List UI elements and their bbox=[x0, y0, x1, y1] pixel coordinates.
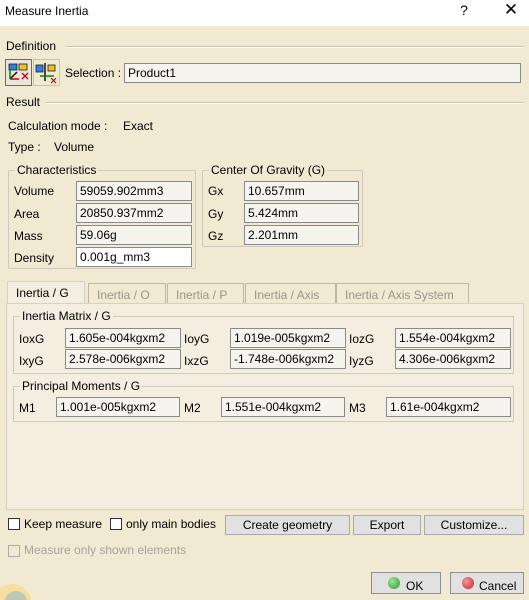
measure-selection-icon bbox=[8, 63, 29, 80]
help-button[interactable]: ? bbox=[458, 2, 470, 18]
ioxg-field[interactable]: 1.605e-004kgxm2 bbox=[65, 328, 181, 348]
density-label: Density bbox=[14, 251, 55, 265]
result-divider bbox=[46, 102, 524, 104]
iozg-label: IozG bbox=[349, 332, 375, 346]
ok-green-icon bbox=[388, 577, 400, 589]
export-button[interactable]: Export bbox=[353, 515, 421, 535]
m1-field[interactable]: 1.001e-005kgxm2 bbox=[56, 397, 180, 417]
only-main-bodies-checkbox[interactable] bbox=[110, 518, 122, 530]
measure-axis-icon bbox=[35, 63, 57, 84]
ixzg-label: IxzG bbox=[184, 354, 209, 368]
keep-measure-checkbox[interactable] bbox=[8, 518, 20, 530]
ioyg-field[interactable]: 1.019e-005kgxm2 bbox=[230, 328, 346, 348]
title-bar: Measure Inertia ? ✕ bbox=[0, 0, 529, 26]
ixzg-field[interactable]: -1.748e-006kgxm2 bbox=[230, 349, 346, 369]
ok-button[interactable]: OK bbox=[371, 572, 441, 594]
close-button[interactable]: ✕ bbox=[500, 0, 522, 20]
gz-field[interactable]: 2.201mm bbox=[244, 225, 359, 245]
m2-label: M2 bbox=[184, 401, 201, 415]
create-geometry-button[interactable]: Create geometry bbox=[225, 515, 350, 535]
tab-inertia-axis-system[interactable]: Inertia / Axis System bbox=[336, 283, 469, 305]
selection-axis-button[interactable] bbox=[33, 59, 60, 86]
selection-mode-button[interactable] bbox=[5, 59, 32, 86]
m1-label: M1 bbox=[19, 401, 36, 415]
only-main-bodies-label: only main bodies bbox=[126, 517, 217, 531]
center-of-gravity-label: Center Of Gravity (G) bbox=[209, 163, 328, 177]
m3-field[interactable]: 1.61e-004kgxm2 bbox=[386, 397, 511, 417]
gx-field[interactable]: 10.657mm bbox=[244, 181, 359, 201]
measure-only-shown-checkbox[interactable] bbox=[8, 545, 20, 557]
decorative-swirl-icon bbox=[0, 584, 32, 600]
tab-inertia-axis[interactable]: Inertia / Axis bbox=[245, 283, 336, 305]
measure-only-shown-label: Measure only shown elements bbox=[24, 543, 187, 557]
inertia-matrix-label: Inertia Matrix / G bbox=[20, 309, 113, 323]
ioxg-label: IoxG bbox=[19, 332, 45, 346]
cancel-red-icon bbox=[462, 577, 474, 589]
type-label: Type : bbox=[8, 140, 41, 154]
ixyg-label: IxyG bbox=[19, 354, 44, 368]
tab-inertia-g[interactable]: Inertia / G bbox=[7, 281, 85, 305]
type-value: Volume bbox=[54, 140, 95, 154]
m2-field[interactable]: 1.551e-004kgxm2 bbox=[221, 397, 345, 417]
definition-section-label: Definition bbox=[6, 39, 57, 53]
area-label: Area bbox=[14, 207, 40, 221]
iyzg-label: IyzG bbox=[349, 354, 374, 368]
gy-label: Gy bbox=[208, 207, 224, 221]
gz-label: Gz bbox=[208, 229, 224, 243]
iyzg-field[interactable]: 4.306e-006kgxm2 bbox=[395, 349, 511, 369]
cancel-label: Cancel bbox=[479, 579, 517, 593]
tab-inertia-p[interactable]: Inertia / P bbox=[167, 283, 244, 305]
area-field[interactable]: 20850.937mm2 bbox=[76, 203, 192, 223]
mass-field[interactable]: 59.06g bbox=[76, 225, 192, 245]
mass-label: Mass bbox=[14, 229, 43, 243]
customize-button[interactable]: Customize... bbox=[424, 515, 524, 535]
volume-field[interactable]: 59059.902mm3 bbox=[76, 181, 192, 201]
characteristics-label: Characteristics bbox=[15, 163, 99, 177]
ok-label: OK bbox=[406, 579, 424, 593]
cancel-button[interactable]: Cancel bbox=[450, 572, 524, 594]
selection-field[interactable]: Product1 bbox=[124, 63, 521, 83]
gy-field[interactable]: 5.424mm bbox=[244, 203, 359, 223]
principal-moments-label: Principal Moments / G bbox=[20, 379, 143, 393]
keep-measure-label: Keep measure bbox=[24, 517, 103, 531]
definition-divider bbox=[66, 46, 524, 48]
window-title: Measure Inertia bbox=[5, 4, 89, 18]
ixyg-field[interactable]: 2.578e-006kgxm2 bbox=[65, 349, 181, 369]
ioyg-label: IoyG bbox=[184, 332, 210, 346]
iozg-field[interactable]: 1.554e-004kgxm2 bbox=[395, 328, 511, 348]
calc-mode-value: Exact bbox=[123, 119, 154, 133]
result-section-label: Result bbox=[6, 95, 41, 109]
m3-label: M3 bbox=[349, 401, 366, 415]
volume-label: Volume bbox=[14, 184, 55, 198]
gx-label: Gx bbox=[208, 184, 224, 198]
calc-mode-label: Calculation mode : bbox=[8, 119, 108, 133]
selection-label: Selection : bbox=[65, 66, 122, 80]
density-field[interactable]: 0.001g_mm3 bbox=[76, 247, 192, 267]
tab-inertia-o[interactable]: Inertia / O bbox=[88, 283, 166, 305]
